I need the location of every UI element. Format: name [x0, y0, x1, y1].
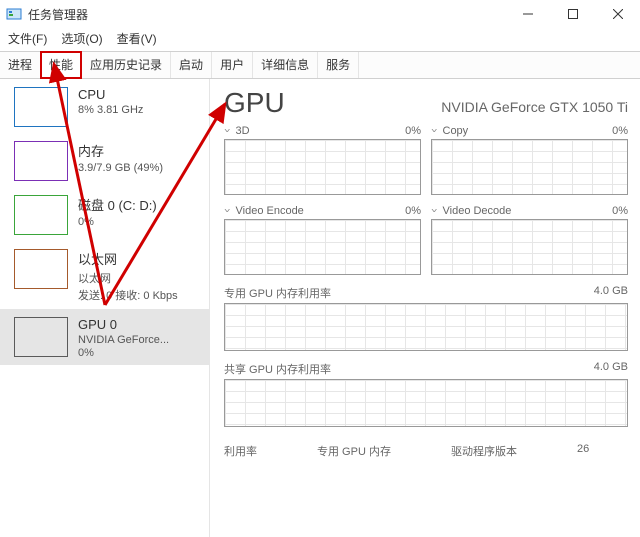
plot-copy-label: Copy [443, 125, 469, 137]
plot-vdec-selector[interactable]: ˅ Video Decode [431, 205, 511, 217]
tab-startup[interactable]: 启动 [171, 52, 212, 78]
plot-video-decode: ˅ Video Decode 0% [431, 205, 628, 275]
gpu-sub2: 0% [78, 347, 169, 359]
gpu-model-name: NVIDIA GeForce GTX 1050 Ti [441, 99, 628, 115]
cpu-thumb-chart [14, 87, 68, 127]
plot-venc-label: Video Encode [236, 205, 304, 217]
plot-copy-graph [431, 139, 628, 195]
disk-sub: 0% [78, 216, 157, 228]
menu-options[interactable]: 选项(O) [61, 30, 102, 47]
plot-3d-label: 3D [236, 125, 250, 137]
maximize-button[interactable] [550, 0, 595, 28]
ded-mem-label: 专用 GPU 内存 [317, 443, 391, 459]
sidebar-item-memory[interactable]: 内存 3.9/7.9 GB (49%) [0, 133, 209, 187]
performance-sidebar: CPU 8% 3.81 GHz 内存 3.9/7.9 GB (49%) 磁盘 0… [0, 79, 210, 537]
gpu-thumb-chart [14, 317, 68, 357]
memory-sub: 3.9/7.9 GB (49%) [78, 162, 163, 174]
plot-vdec-pct: 0% [612, 205, 628, 217]
plot-copy-selector[interactable]: ˅ Copy [431, 125, 468, 137]
plot-venc-pct: 0% [405, 205, 421, 217]
tab-details[interactable]: 详细信息 [253, 52, 318, 78]
sidebar-item-ethernet[interactable]: 以太网 以太网 发送: 0 接收: 0 Kbps [0, 241, 209, 309]
gpu-text: GPU 0 NVIDIA GeForce... 0% [78, 317, 169, 359]
main-header: GPU NVIDIA GeForce GTX 1050 Ti [224, 87, 628, 119]
plot-3d-pct: 0% [405, 125, 421, 137]
ethernet-text: 以太网 以太网 发送: 0 接收: 0 Kbps [78, 249, 178, 303]
plot-shr-label: 共享 GPU 内存利用率 [224, 361, 331, 377]
gpu-sub: NVIDIA GeForce... [78, 334, 169, 346]
plot-shr-graph [224, 379, 628, 427]
cpu-sub: 8% 3.81 GHz [78, 104, 143, 116]
plot-3d: ˅ 3D 0% [224, 125, 421, 195]
plot-venc-graph [224, 219, 421, 275]
plot-3d-graph [224, 139, 421, 195]
ethernet-sub2: 发送: 0 接收: 0 Kbps [78, 287, 178, 303]
ethernet-sub: 以太网 [78, 270, 178, 286]
title-bar: 任务管理器 [0, 0, 640, 28]
plot-shared-mem: 共享 GPU 内存利用率 4.0 GB [224, 361, 628, 427]
plot-ded-label: 专用 GPU 内存利用率 [224, 285, 331, 301]
main-panel: GPU NVIDIA GeForce GTX 1050 Ti ˅ 3D 0% ˅… [210, 79, 640, 537]
disk-title: 磁盘 0 (C: D:) [78, 195, 157, 214]
driver-value: 26 [577, 443, 589, 459]
close-button[interactable] [595, 0, 640, 28]
disk-thumb-chart [14, 195, 68, 235]
disk-text: 磁盘 0 (C: D:) 0% [78, 195, 157, 235]
plot-copy-pct: 0% [612, 125, 628, 137]
cpu-title: CPU [78, 87, 143, 102]
plot-3d-selector[interactable]: ˅ 3D [224, 125, 250, 137]
plot-copy: ˅ Copy 0% [431, 125, 628, 195]
plot-video-encode: ˅ Video Encode 0% [224, 205, 421, 275]
sidebar-item-disk[interactable]: 磁盘 0 (C: D:) 0% [0, 187, 209, 241]
window-controls [505, 0, 640, 28]
driver-label: 驱动程序版本 [451, 443, 517, 459]
window-title: 任务管理器 [28, 6, 88, 23]
plot-ded-max: 4.0 GB [594, 285, 628, 301]
content-area: CPU 8% 3.81 GHz 内存 3.9/7.9 GB (49%) 磁盘 0… [0, 79, 640, 537]
tab-users[interactable]: 用户 [212, 52, 253, 78]
tab-bar: 进程 性能 应用历史记录 启动 用户 详细信息 服务 [0, 51, 640, 79]
app-icon [6, 6, 22, 22]
menu-view[interactable]: 查看(V) [117, 30, 157, 47]
menu-bar: 文件(F) 选项(O) 查看(V) [0, 28, 640, 51]
plot-vdec-graph [431, 219, 628, 275]
main-heading: GPU [224, 87, 285, 119]
chevron-down-icon: ˅ [224, 127, 230, 134]
ethernet-title: 以太网 [78, 249, 178, 268]
minimize-button[interactable] [505, 0, 550, 28]
util-label: 利用率 [224, 443, 257, 459]
chevron-down-icon: ˅ [431, 127, 437, 134]
cpu-text: CPU 8% 3.81 GHz [78, 87, 143, 127]
ethernet-thumb-chart [14, 249, 68, 289]
chevron-down-icon: ˅ [431, 207, 437, 214]
chevron-down-icon: ˅ [224, 207, 230, 214]
tab-services[interactable]: 服务 [318, 52, 359, 78]
menu-file[interactable]: 文件(F) [8, 30, 47, 47]
sidebar-item-cpu[interactable]: CPU 8% 3.81 GHz [0, 79, 209, 133]
tab-processes[interactable]: 进程 [0, 52, 41, 78]
plot-row-2: ˅ Video Encode 0% ˅ Video Decode 0% [224, 205, 628, 275]
plot-vdec-label: Video Decode [443, 205, 512, 217]
plot-venc-selector[interactable]: ˅ Video Encode [224, 205, 304, 217]
plot-row-1: ˅ 3D 0% ˅ Copy 0% [224, 125, 628, 195]
plot-shr-max: 4.0 GB [594, 361, 628, 377]
plot-ded-graph [224, 303, 628, 351]
memory-thumb-chart [14, 141, 68, 181]
memory-title: 内存 [78, 141, 163, 160]
stats-row: 利用率 专用 GPU 内存 驱动程序版本 26 [224, 437, 628, 459]
tab-performance[interactable]: 性能 [40, 51, 82, 79]
memory-text: 内存 3.9/7.9 GB (49%) [78, 141, 163, 181]
plot-dedicated-mem: 专用 GPU 内存利用率 4.0 GB [224, 285, 628, 351]
gpu-title: GPU 0 [78, 317, 169, 332]
sidebar-item-gpu[interactable]: GPU 0 NVIDIA GeForce... 0% [0, 309, 209, 365]
tab-app-history[interactable]: 应用历史记录 [82, 52, 171, 78]
